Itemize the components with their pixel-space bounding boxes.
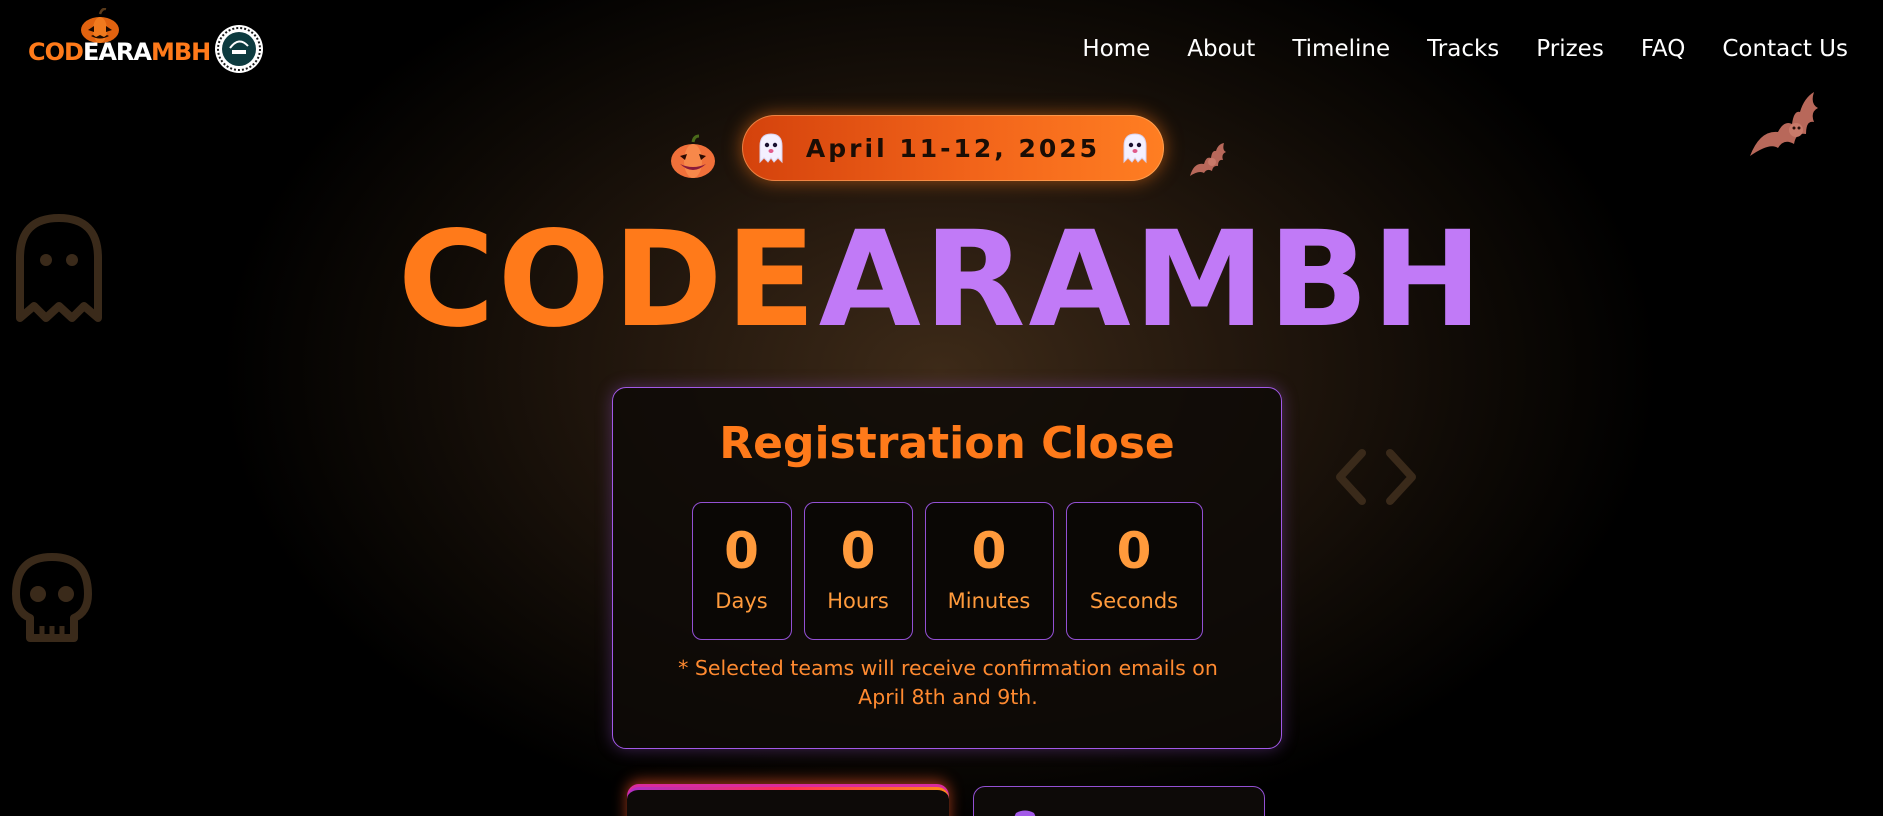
primary-action-button[interactable] [627, 787, 949, 816]
registration-note: * Selected teams will receive confirmati… [678, 656, 1218, 709]
countdown-timer: 0 Days 0 Hours 0 Minutes 0 Seconds [613, 502, 1281, 640]
college-logo[interactable] [214, 24, 264, 74]
ghost-icon [1123, 133, 1147, 164]
countdown-label: Minutes [947, 589, 1031, 613]
event-date: April 11-12, 2025 [805, 133, 1101, 163]
nav-links: Home About Timeline Tracks Prizes FAQ Co… [1045, 32, 1883, 66]
bat-icon [1190, 143, 1226, 176]
secondary-action-button[interactable] [973, 786, 1265, 816]
countdown-value: 0 [840, 522, 876, 580]
brand-part-1: COD [28, 38, 84, 66]
countdown-value: 0 [724, 522, 759, 580]
countdown-label: Hours [827, 589, 889, 613]
brand-logo[interactable]: CODEARAMBH [28, 8, 211, 72]
brand-part-3: MBH [150, 38, 211, 66]
countdown-label: Days [715, 589, 768, 613]
nav-link-prizes[interactable]: Prizes [1536, 32, 1604, 66]
nav-link-about[interactable]: About [1187, 32, 1255, 66]
nav-link-contact[interactable]: Contact Us [1722, 32, 1848, 66]
skull-icon [12, 553, 92, 642]
registration-title: Registration Close [719, 418, 1175, 469]
countdown-value: 0 [971, 522, 1007, 580]
countdown-hours: 0 Hours [803, 502, 913, 640]
countdown-value: 0 [1116, 522, 1152, 580]
code-brackets-icon [1336, 449, 1416, 505]
nav-link-tracks[interactable]: Tracks [1427, 32, 1499, 66]
brand-part-2: EARA [82, 38, 152, 66]
navbar: CODEARAMBH Home About Timeline Tracks Pr… [0, 0, 1883, 98]
discord-icon [1014, 810, 1036, 816]
nav-link-faq[interactable]: FAQ [1641, 32, 1686, 66]
ghost-icon [759, 133, 783, 164]
hero-title-part-2: ARAMBH [818, 203, 1486, 357]
nav-link-home[interactable]: Home [1082, 32, 1150, 66]
event-date-badge: April 11-12, 2025 [742, 115, 1164, 181]
countdown-seconds: 0 Seconds [1065, 502, 1203, 640]
hero-title: CODEARAMBH [0, 200, 1883, 360]
countdown-label: Seconds [1089, 589, 1179, 613]
pumpkin-icon [671, 134, 715, 178]
registration-card: Registration Close 0 Days 0 Hours 0 Minu… [612, 387, 1282, 749]
countdown-minutes: 0 Minutes [924, 502, 1054, 640]
nav-link-timeline[interactable]: Timeline [1292, 32, 1390, 66]
page: CODEARAMBH Home About Timeline Tracks Pr… [0, 0, 1883, 816]
bat-icon [1750, 92, 1818, 156]
countdown-days: 0 Days [691, 502, 792, 640]
hero-title-part-1: CODE [397, 203, 819, 357]
